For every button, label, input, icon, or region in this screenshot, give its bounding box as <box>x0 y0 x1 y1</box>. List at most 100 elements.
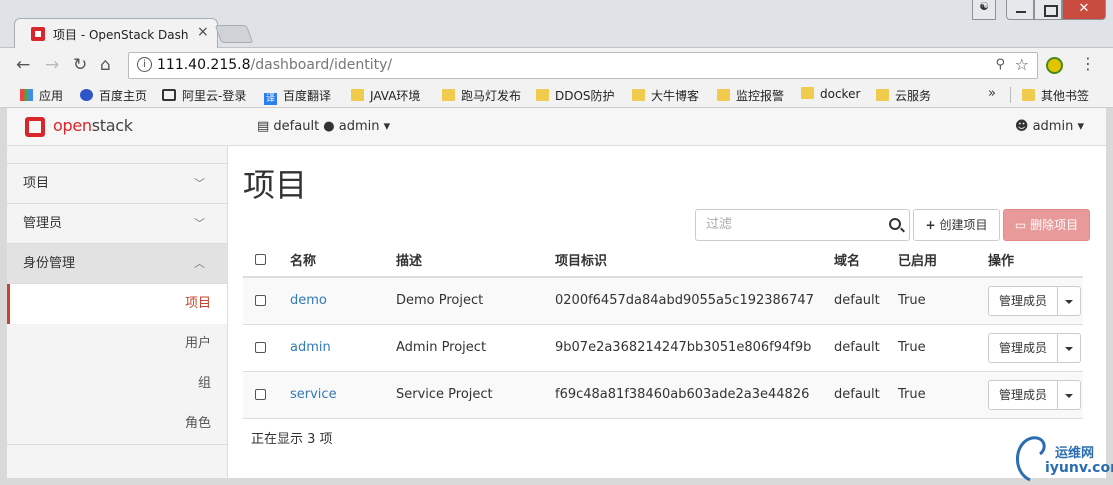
bookmark-java[interactable]: JAVA环境 <box>351 87 420 104</box>
filter-input[interactable] <box>706 217 876 232</box>
bookmark-daniu[interactable]: 大牛博客 <box>632 87 699 104</box>
url-text[interactable]: 111.40.215.8/dashboard/identity/ <box>157 57 392 73</box>
project-context-menu[interactable]: ▤ default ● admin ▾ <box>257 119 390 134</box>
bookmarks-divider <box>1010 87 1011 103</box>
caret-down-icon[interactable] <box>1058 379 1082 410</box>
project-name-link[interactable]: demo <box>290 277 396 325</box>
delete-project-button[interactable]: ▭ 删除项目 <box>1003 209 1090 241</box>
bookmarks-bar: 应用 百度主页 阿里云-登录 译百度翻译 JAVA环境 跑马灯发布 DDOS防护… <box>0 83 1113 108</box>
bookmark-other[interactable]: 其他书签 <box>1022 87 1089 104</box>
address-bar[interactable]: i 111.40.215.8/dashboard/identity/ ⚲ ☆ <box>128 52 1038 79</box>
row-checkbox[interactable] <box>255 342 266 353</box>
apps-icon <box>20 89 33 101</box>
watermark-logo: 运维网 iyunv.com <box>1010 432 1113 482</box>
minimize-button[interactable] <box>1006 0 1034 20</box>
row-checkbox[interactable] <box>255 389 266 400</box>
table-row: demo Demo Project 0200f6457da84abd9055a5… <box>243 277 1083 325</box>
project-description: Service Project <box>396 371 555 419</box>
select-all-cell <box>243 242 290 278</box>
sidebar-panel-identity[interactable]: 身份管理 ︿ <box>7 244 227 284</box>
sidebar-item-projects[interactable]: 项目 <box>7 284 227 324</box>
manage-members-button[interactable]: 管理成员 <box>988 285 1059 316</box>
openstack-logo-icon[interactable] <box>25 117 45 137</box>
action-group: 管理成员 <box>988 379 1082 410</box>
row-checkbox-cell <box>243 371 290 419</box>
column-header-name[interactable]: 名称 <box>290 242 396 278</box>
create-project-button[interactable]: + 创建项目 <box>913 209 1000 241</box>
row-checkbox-cell <box>243 277 290 325</box>
project-domain: default <box>834 277 898 325</box>
row-checkbox[interactable] <box>255 295 266 307</box>
star-icon[interactable]: ☆ <box>1015 55 1029 74</box>
project-name-link[interactable]: admin <box>290 324 396 372</box>
info-icon[interactable]: i <box>137 57 152 72</box>
project-enabled: True <box>898 324 988 372</box>
project-domain: default <box>834 371 898 419</box>
manage-members-button[interactable]: 管理成员 <box>988 332 1059 363</box>
column-header-id[interactable]: 项目标识 <box>555 242 834 278</box>
sidebar-item-roles[interactable]: 角色 <box>7 404 227 444</box>
sidebar-divider <box>7 444 227 445</box>
column-header-enabled[interactable]: 已启用 <box>898 242 988 278</box>
sidebar-item-users[interactable]: 用户 <box>7 324 227 364</box>
action-group: 管理成员 <box>988 332 1082 363</box>
project-description: Demo Project <box>396 277 555 325</box>
sidebar-panel-project[interactable]: 项目 ﹀ <box>7 164 227 204</box>
bookmark-monitor[interactable]: 监控报警 <box>717 87 784 104</box>
tab-close-icon[interactable]: × <box>197 24 209 40</box>
sidebar-item-groups[interactable]: 组 <box>7 364 227 404</box>
close-window-button[interactable]: ✕ <box>1062 0 1106 20</box>
project-id: 9b07e2a368214247bb3051e806f94f9b <box>555 324 834 372</box>
bookmark-fanyi[interactable]: 译百度翻译 <box>264 87 331 105</box>
column-header-description[interactable]: 描述 <box>396 242 555 278</box>
extension-icon[interactable] <box>1046 57 1063 74</box>
tab-title: 项目 - OpenStack Dash <box>53 28 189 42</box>
browser-tab[interactable]: 项目 - OpenStack Dash × <box>14 18 218 48</box>
openstack-favicon-icon <box>31 27 45 41</box>
reload-icon[interactable]: ↻ <box>73 55 87 75</box>
project-name-link[interactable]: service <box>290 371 396 419</box>
caret-down-icon[interactable] <box>1058 285 1082 316</box>
bookmark-paomadeng[interactable]: 跑马灯发布 <box>442 87 521 104</box>
column-header-domain[interactable]: 域名 <box>834 242 898 278</box>
openstack-logo-text[interactable]: openstack <box>53 116 133 135</box>
filter-box <box>695 209 910 241</box>
action-group: 管理成员 <box>988 285 1082 316</box>
key-icon[interactable]: ⚲ <box>995 57 1005 72</box>
bookmark-ddos[interactable]: DDOS防护 <box>536 87 615 104</box>
select-all-checkbox[interactable] <box>255 253 266 265</box>
maximize-button[interactable] <box>1034 0 1062 20</box>
bookmark-baidu[interactable]: 百度主页 <box>80 87 147 104</box>
folder-icon <box>1022 89 1035 101</box>
manage-members-button[interactable]: 管理成员 <box>988 379 1059 410</box>
profile-icon[interactable]: ☯ <box>972 0 996 20</box>
sidebar-spacer <box>7 146 227 164</box>
bookmark-aliyun[interactable]: 阿里云-登录 <box>162 87 246 104</box>
chevron-down-icon: ﹀ <box>194 177 205 190</box>
menu-dots-icon[interactable]: ⋮ <box>1080 54 1096 73</box>
home-icon[interactable]: ⌂ <box>100 55 111 75</box>
main-content: 项目 + 创建项目 ▭ 删除项目 名称 描述 项目标识 域名 已启用 操作 <box>228 146 1106 478</box>
project-enabled: True <box>898 371 988 419</box>
caret-down-icon[interactable] <box>1058 332 1082 363</box>
browser-titlebar: 项目 - OpenStack Dash × ☯ ✕ <box>0 0 1113 48</box>
row-checkbox-cell <box>243 324 290 372</box>
search-icon[interactable] <box>889 218 901 230</box>
user-menu[interactable]: ☻ admin ▾ <box>1015 119 1084 134</box>
bookmark-apps[interactable]: 应用 <box>20 87 63 104</box>
bookmark-docker[interactable]: docker <box>801 87 860 101</box>
bookmarks-more-icon[interactable]: » <box>988 86 996 101</box>
watermark-cn: 运维网 <box>1055 446 1095 461</box>
sidebar-panel-admin[interactable]: 管理员 ﹀ <box>7 204 227 244</box>
chevron-up-icon: ︿ <box>194 257 205 270</box>
new-tab-button[interactable] <box>214 25 254 43</box>
back-arrow-icon[interactable]: ← <box>16 55 30 75</box>
bookmark-cloud[interactable]: 云服务 <box>876 87 931 104</box>
top-navbar: openstack ▤ default ● admin ▾ ☻ admin ▾ <box>7 108 1106 146</box>
browser-toolbar: ← → ↻ ⌂ i 111.40.215.8/dashboard/identit… <box>0 48 1113 83</box>
watermark-swirl-icon <box>1016 436 1046 482</box>
watermark-en: iyunv.com <box>1045 460 1113 476</box>
project-enabled: True <box>898 277 988 325</box>
table-row: admin Admin Project 9b07e2a368214247bb30… <box>243 324 1083 372</box>
forward-arrow-icon[interactable]: → <box>45 55 59 75</box>
